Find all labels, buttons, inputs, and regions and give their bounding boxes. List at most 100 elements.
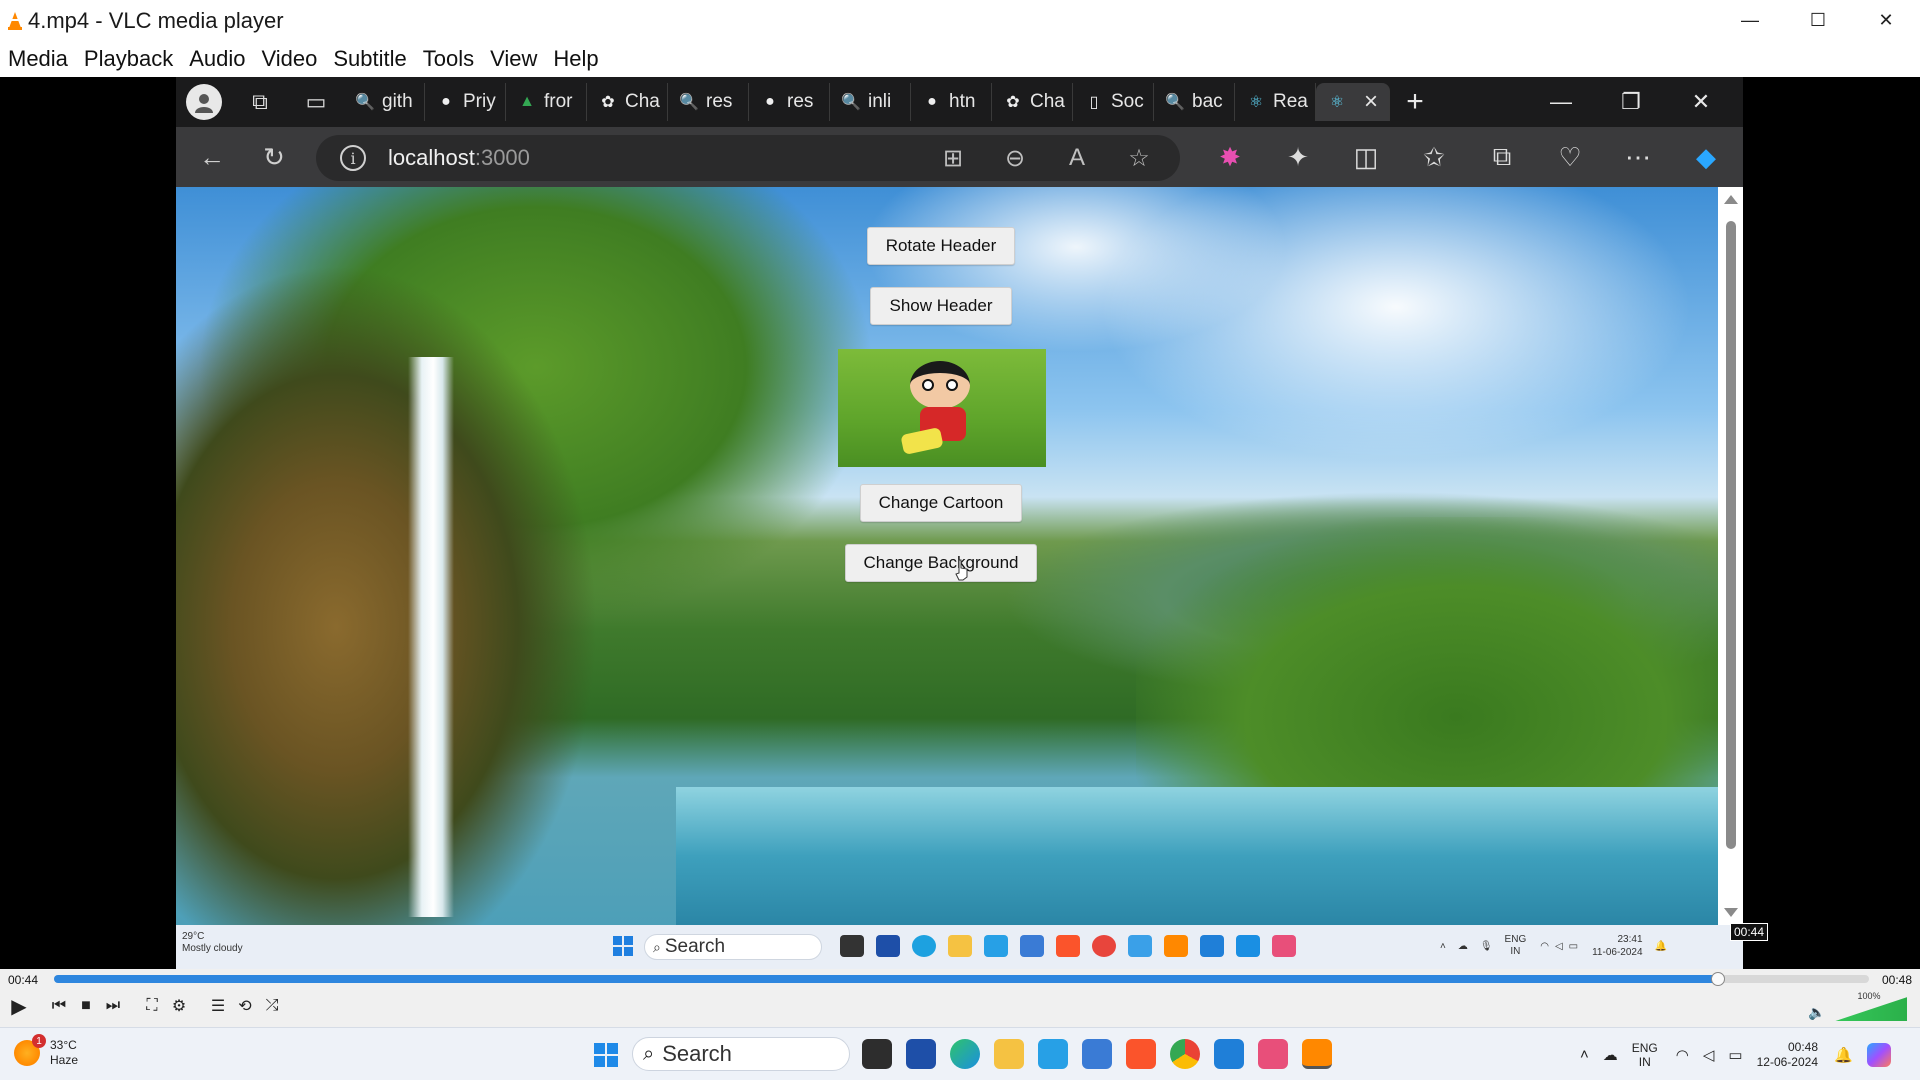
folder-icon[interactable]	[994, 1039, 1024, 1069]
vlc-logo-icon	[8, 11, 22, 30]
menu-subtitle[interactable]: Subtitle	[333, 46, 406, 72]
loop-button[interactable]: ⟲	[232, 993, 258, 1019]
vlc-title-bar: 4.mp4 - VLC media player — ☐ ✕	[0, 0, 1920, 41]
next-button[interactable]: ⏭	[100, 993, 126, 1019]
total-time: 00:48	[1881, 973, 1912, 987]
brave-icon[interactable]	[1126, 1039, 1156, 1069]
browser-window-controls: — ❐ ✕	[1526, 77, 1736, 127]
url-port: :3000	[474, 145, 530, 170]
browser-restore-icon: ❐	[1621, 89, 1641, 114]
menu-media[interactable]: Media	[8, 46, 68, 72]
taskbar-search-box[interactable]: ⌕ Search	[632, 1037, 850, 1071]
store-icon[interactable]	[906, 1039, 936, 1069]
play-button[interactable]: ▶	[4, 993, 34, 1019]
volume-icon[interactable]: ◁	[1703, 1046, 1715, 1064]
language-indicator[interactable]: ENG IN	[1632, 1041, 1658, 1069]
address-bar-icons: ⊞ ⊖ A ☆	[922, 135, 1170, 181]
read-aloud-icon: A	[1068, 144, 1085, 171]
url-host: localhost	[388, 145, 475, 170]
video-output[interactable]: ⧉ ▭ 🔍 gith ● Priy ▲ fror ✿ Cha 🔍 res ● res 🔍 in…	[0, 77, 1920, 969]
scroll-up-icon	[1724, 195, 1738, 204]
minimize-button[interactable]: —	[1716, 0, 1784, 41]
tray-volume-icon: ◁	[1554, 940, 1563, 952]
recorded-lang: ENG IN	[1505, 934, 1527, 958]
browser-tab: ⚛ Rea	[1235, 83, 1316, 121]
search-icon: ⌕	[643, 1042, 655, 1065]
seek-bar[interactable]	[54, 972, 1869, 986]
chrome-icon[interactable]	[1170, 1039, 1200, 1069]
previous-button[interactable]: ⏮	[46, 993, 72, 1019]
app-icon[interactable]	[1082, 1039, 1112, 1069]
chatgpt-icon: ✿	[1006, 94, 1020, 111]
copilot-icon[interactable]	[1866, 1042, 1891, 1067]
seek-bar-handle[interactable]	[1710, 972, 1725, 986]
vlc-icon[interactable]	[1302, 1039, 1332, 1069]
wifi-icon[interactable]: ◠	[1676, 1046, 1689, 1064]
vscode-icon	[1236, 935, 1260, 957]
extended-settings-button[interactable]: ⚙	[166, 993, 192, 1019]
browser-close-icon: ✕	[1691, 89, 1711, 114]
menu-video[interactable]: Video	[261, 46, 317, 72]
zoom-out-icon: ⊖	[1004, 144, 1026, 172]
battery-icon[interactable]: ▭	[1728, 1046, 1742, 1064]
tab-label: inli	[868, 91, 892, 112]
split-screen-icon: ◫	[1353, 141, 1379, 172]
weather-widget[interactable]: 1 33°C Haze	[14, 1034, 78, 1068]
browser-tab: ✿ Cha	[992, 83, 1073, 121]
search-icon: 🔍	[1165, 94, 1185, 111]
window-title: 4.mp4 - VLC media player	[28, 7, 284, 33]
show-header-button: Show Header	[870, 287, 1012, 325]
file-explorer-icon[interactable]	[862, 1039, 892, 1069]
edge-icon	[912, 935, 936, 957]
snipping-tool-icon[interactable]	[1258, 1039, 1288, 1069]
shuffle-button[interactable]: ⤮	[259, 993, 285, 1019]
app-available-icon: ⊞	[942, 144, 964, 172]
search-icon: 🔍	[355, 94, 375, 111]
language-code: ENG	[1631, 1040, 1658, 1055]
menu-playback[interactable]: Playback	[84, 46, 173, 72]
new-tab-icon: +	[1406, 85, 1424, 118]
tab-label: bac	[1192, 91, 1223, 112]
tray-network-icon[interactable]: ☁	[1603, 1046, 1618, 1064]
elapsed-time: 00:44	[8, 973, 39, 987]
weather-badge: 1	[32, 1034, 46, 1048]
fullscreen-button[interactable]: ⛶	[139, 993, 165, 1019]
notification-bell-icon[interactable]: 🔔	[1834, 1046, 1853, 1064]
speaker-icon[interactable]: 🔈	[1808, 1004, 1825, 1021]
address-bar: i localhost:3000 ⊞ ⊖ A ☆	[316, 135, 1180, 181]
recorded-start-icon	[613, 936, 633, 956]
menu-help[interactable]: Help	[553, 46, 598, 72]
github-icon: ●	[927, 93, 937, 110]
volume-slider[interactable]: 100%	[1835, 991, 1908, 1021]
playlist-button[interactable]: ☰	[205, 993, 231, 1019]
search-icon: 🔍	[679, 94, 699, 111]
browser-tab: ✿ Cha	[587, 83, 668, 121]
page-scrollbar	[1718, 187, 1743, 925]
recorded-system-tray: ˄ ☁ 🎙 ENG IN ◠ ◁ ▭ 23:41 11-06-2024 🔔	[1440, 933, 1667, 959]
store-icon	[876, 935, 900, 957]
close-button[interactable]: ✕	[1852, 0, 1920, 41]
lake-scenery	[676, 787, 1718, 925]
maximize-button[interactable]: ☐	[1784, 0, 1852, 41]
vlc-icon	[1164, 935, 1188, 957]
menu-tools[interactable]: Tools	[423, 46, 474, 72]
edge-icon[interactable]	[950, 1039, 980, 1069]
browser-tab: 🔍 gith	[344, 83, 425, 121]
browser-toolbar: ← ↻ i localhost:3000 ⊞ ⊖ A ☆ ✸ ✦ ◫ ✩ ⧉ ♡…	[176, 127, 1743, 187]
recorded-weather-desc: Mostly cloudy	[182, 943, 243, 954]
snipping-tool-icon	[1272, 935, 1296, 957]
tray-chevron-icon[interactable]: ˄	[1580, 1046, 1589, 1063]
tab-label: res	[706, 91, 733, 112]
volume-control[interactable]: 🔈 100%	[1808, 991, 1908, 1021]
chrome-icon	[1092, 935, 1116, 957]
browser-tab: 🔍 inli	[830, 83, 911, 121]
system-tray: ˄ ☁ ENG IN ◠ ◁ ▭ 00:48 12-06-2024 🔔	[1580, 1028, 1891, 1081]
menu-audio[interactable]: Audio	[189, 46, 245, 72]
taskbar-clock[interactable]: 00:48 12-06-2024	[1757, 1040, 1818, 1070]
stop-button[interactable]: ■	[73, 993, 99, 1019]
scroll-thumb	[1726, 221, 1736, 849]
start-button[interactable]	[594, 1043, 618, 1067]
menu-view[interactable]: View	[490, 46, 537, 72]
mail-icon[interactable]	[1214, 1039, 1244, 1069]
app-icon[interactable]	[1038, 1039, 1068, 1069]
